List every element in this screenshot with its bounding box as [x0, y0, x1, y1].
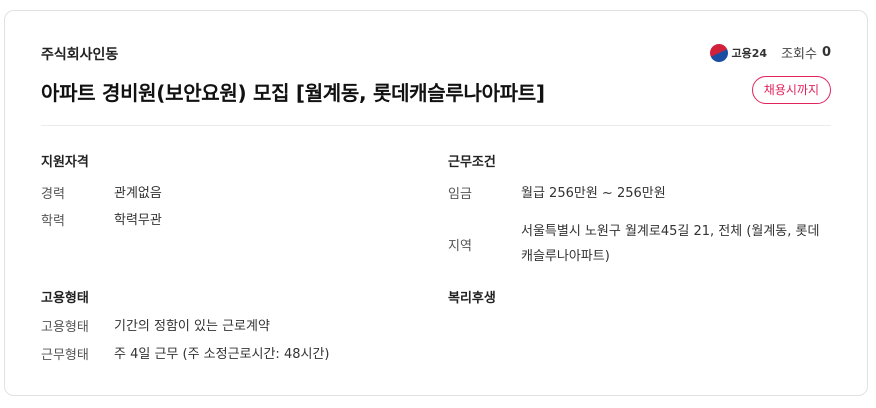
posting-meta: 고용24 조회수 0: [706, 40, 831, 65]
section-title-qualifications: 지원자격: [41, 155, 89, 170]
section-title-employment: 고용형태: [41, 291, 89, 306]
condition-row-location: 지역 서울특별시 노원구 월계로45길 21, 전체 (월계동, 롯데 캐슬루나…: [448, 221, 841, 268]
employment-row-type: 고용형태 기간의 정함이 있는 근로계약: [41, 316, 270, 338]
qualification-row-career: 경력 관계없음: [41, 183, 162, 205]
row-label: 학력: [41, 214, 65, 229]
job-posting-card: 주식회사인동 고용24 조회수 0 아파트 경비원(보안요원) 모집 [월계동,…: [4, 10, 868, 396]
row-value: 관계없음: [114, 186, 162, 201]
posting-title: 아파트 경비원(보안요원) 모집 [월계동, 롯데캐슬루나아파트]: [41, 81, 545, 105]
condition-row-wage: 임금 월급 256만원 ~ 256만원: [448, 183, 666, 205]
source-badge: 고용24: [706, 40, 768, 65]
row-value: 학력무관: [114, 213, 162, 228]
qualification-row-education: 학력 학력무관: [41, 210, 162, 232]
row-value: 월급 256만원 ~ 256만원: [521, 186, 666, 201]
deadline-button[interactable]: 채용시까지: [751, 76, 831, 104]
divider: [41, 125, 831, 126]
section-title-benefits: 복리후생: [448, 291, 496, 306]
section-title-conditions: 근무조건: [448, 155, 496, 170]
taegeuk-icon: [706, 40, 731, 65]
row-label: 지역: [448, 239, 472, 254]
row-value: 기간의 정함이 있는 근로계약: [114, 319, 270, 334]
location-line-1: 서울특별시 노원구 월계로45길 21, 전체 (월계동, 롯데: [521, 224, 820, 239]
company-name: 주식회사인동: [41, 47, 119, 63]
views-label: 조회수: [781, 47, 817, 62]
row-label: 고용형태: [41, 320, 89, 335]
views-count: 0: [821, 45, 831, 60]
row-label: 임금: [448, 187, 472, 202]
source-label: 고용24: [731, 46, 768, 60]
row-value: 서울특별시 노원구 월계로45길 21, 전체 (월계동, 롯데 캐슬루나아파트…: [521, 221, 841, 268]
location-line-2: 캐슬루나아파트): [521, 249, 610, 264]
row-value: 주 4일 근무 (주 소정근로시간: 48시간): [114, 347, 330, 362]
employment-row-schedule: 근무형태 주 4일 근무 (주 소정근로시간: 48시간): [41, 344, 329, 366]
row-label: 근무형태: [41, 348, 89, 363]
row-label: 경력: [41, 187, 65, 202]
